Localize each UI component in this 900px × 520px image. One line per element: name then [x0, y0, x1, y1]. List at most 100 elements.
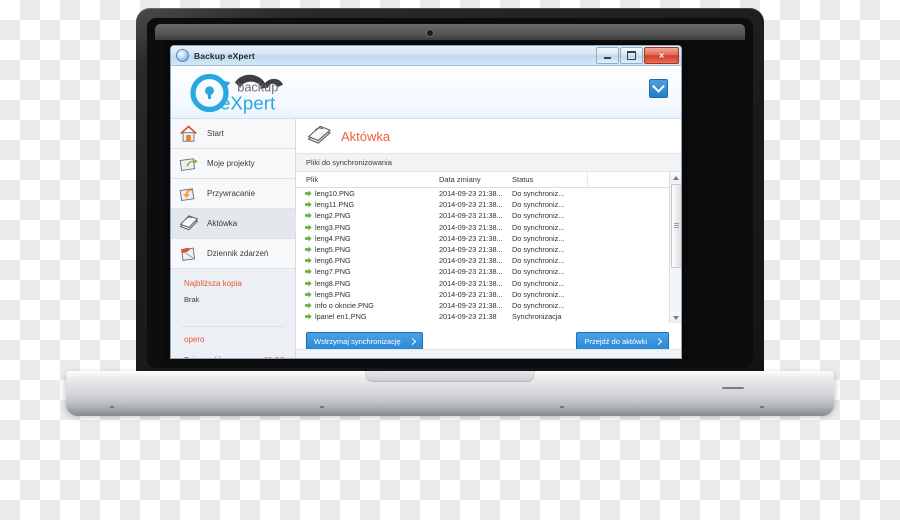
table-row[interactable]: leng10.PNG 2014-09-23 21:38... Do synchron… [296, 188, 681, 199]
maximize-icon [627, 51, 636, 60]
header-dropdown-button[interactable] [649, 79, 668, 98]
table-row[interactable]: info o okncie.PNG 2014-09-23 21:38... Do s… [296, 300, 681, 311]
scrollbar-grip-icon [674, 223, 679, 228]
table-row[interactable]: leng5.PNG 2014-09-23 21:38... Do synchroni… [296, 244, 681, 255]
table-header-row: Plik Data zmiany Status [296, 172, 681, 188]
close-button[interactable]: ✕ [644, 47, 679, 64]
file-name: leng5.PNG [315, 245, 351, 255]
sync-arrow-icon [305, 235, 312, 242]
base-foot [320, 406, 324, 408]
sidebar: Start Moje projekty Przywracanie Aktówka Dzi… [171, 119, 304, 358]
cell-status: Do synchroniz... [512, 200, 565, 210]
sync-arrow-icon [305, 268, 312, 276]
cell-status: Do synchroniz... [512, 278, 565, 288]
base-foot [760, 406, 764, 408]
cell-date: 2014-09-23 21:38... [439, 300, 503, 310]
column-header-date[interactable]: Data zmiany [439, 175, 512, 184]
table-row[interactable]: leng2.PNG 2014-09-23 21:38... Do synchroni… [296, 210, 681, 221]
cell-status: Do synchroniz... [512, 222, 565, 232]
sync-arrow-icon [305, 257, 312, 264]
table-row[interactable]: leng3.PNG 2014-09-23 21:38... Do synchroni… [296, 222, 681, 233]
cell-date: 2014-09-23 21:38... [439, 233, 503, 243]
column-header-extra[interactable] [587, 172, 681, 187]
cell-file: leng4.PNG [296, 234, 439, 243]
table-row[interactable]: leng8.PNG 2014-09-23 21:38... Do synchroni… [296, 278, 681, 289]
cell-file: info o okncie.PNG [296, 301, 439, 310]
sidebar-item-moje-projekty[interactable]: Moje projekty [171, 149, 295, 179]
cell-status: Do synchroniz... [512, 267, 565, 277]
app-circle-icon [176, 49, 189, 62]
file-name: leng8.PNG [315, 278, 351, 288]
next-backup-value: Brak [184, 295, 200, 304]
main-panel: Aktówka Pliki do synchronizowania Plik D… [296, 119, 681, 358]
file-table: Plik Data zmiany Status leng10.PNG 2014-0… [296, 172, 681, 323]
column-header-status[interactable]: Status [512, 175, 587, 184]
app-body: Start Moje projekty Przywracanie Aktówka Dzi… [171, 119, 681, 358]
projects-icon [179, 155, 198, 172]
cell-file: leng9.PNG [296, 290, 439, 299]
application-window: Backup eXpert ✕ backup eXpert Start Moje… [170, 45, 682, 359]
laptop-top-bezel [155, 24, 745, 40]
cell-status: Do synchroniz... [512, 300, 565, 310]
screenshot-canvas: Backup eXpert ✕ backup eXpert Start Moje… [0, 0, 900, 520]
page-header: Aktówka [296, 119, 681, 153]
table-row[interactable]: leng9.PNG 2014-09-23 21:38... Do synchroni… [296, 289, 681, 300]
file-name: leng4.PNG [315, 233, 351, 243]
cell-file: leng7.PNG [296, 267, 439, 276]
table-row[interactable]: lpanel en1.PNG 2014-09-23 21:38 Synchroniz… [296, 311, 681, 322]
sidebar-nav: Start Moje projekty Przywracanie Aktówka Dzi… [171, 119, 304, 269]
cell-status: Do synchroniz... [512, 289, 565, 299]
file-name: leng9.PNG [315, 289, 351, 299]
cell-file: leng2.PNG [296, 211, 439, 220]
file-name: lpanel en1.PNG [315, 312, 367, 322]
minimize-button[interactable] [596, 47, 619, 64]
cell-date: 2014-09-23 21:38... [439, 245, 503, 255]
trackpad-notch [365, 371, 535, 382]
file-name: leng7.PNG [315, 267, 351, 277]
sync-arrow-icon [305, 224, 312, 231]
maximize-button[interactable] [620, 47, 643, 64]
file-name: leng11.PNG [315, 200, 355, 210]
column-header-file[interactable]: Plik [296, 175, 439, 184]
next-backup-block: Najbliższa kopia Brak [171, 269, 295, 304]
account-name: opero [184, 335, 205, 344]
scroll-down-button[interactable] [670, 312, 681, 323]
table-row[interactable]: leng7.PNG 2014-09-23 21:38... Do synchroni… [296, 266, 681, 277]
window-title: Backup eXpert [194, 50, 255, 61]
scroll-up-button[interactable] [670, 172, 681, 183]
sidebar-item-start[interactable]: Start [171, 119, 295, 149]
sidebar-item-label: Przywracanie [207, 189, 256, 198]
cell-file: leng10.PNG [296, 189, 439, 198]
table-row[interactable]: leng11.PNG 2014-09-23 21:38... Do synchron… [296, 199, 681, 210]
laptop-mockup: Backup eXpert ✕ backup eXpert Start Moje… [0, 0, 900, 520]
base-foot [560, 406, 564, 408]
go-to-briefcase-label: Przejdź do aktówki [584, 337, 647, 346]
chevron-right-icon [408, 337, 416, 346]
file-name: info o okncie.PNG [315, 300, 374, 310]
cell-status: Do synchroniz... [512, 245, 565, 255]
capacity-value: 20 GB [264, 355, 285, 358]
scroll-up-icon [672, 175, 679, 180]
table-row[interactable]: leng6.PNG 2014-09-23 21:38... Do synchroni… [296, 255, 681, 266]
sidebar-item-dziennik-zdarze-[interactable]: Dziennik zdarzeń [171, 239, 295, 269]
backup-expert-logo: backup eXpert [187, 70, 322, 116]
sidebar-item-przywracanie[interactable]: Przywracanie [171, 179, 295, 209]
cell-date: 2014-09-23 21:38... [439, 256, 503, 266]
laptop-base-front [66, 404, 834, 416]
window-titlebar[interactable]: Backup eXpert ✕ [171, 46, 681, 66]
bottom-strip [296, 349, 681, 358]
cell-date: 2014-09-23 21:38... [439, 211, 503, 221]
table-scrollbar[interactable] [669, 172, 681, 323]
cell-date: 2014-09-23 21:38 [439, 312, 497, 322]
sync-arrow-icon [305, 302, 312, 309]
table-row[interactable]: leng4.PNG 2014-09-23 21:38... Do synchroni… [296, 233, 681, 244]
cell-status: Do synchroniz... [512, 211, 565, 221]
section-label: Pliki do synchronizowania [296, 153, 681, 172]
pause-sync-label: Wstrzymaj synchronizację [314, 337, 401, 346]
minimize-icon [604, 57, 611, 59]
cell-status: Synchronizacja [512, 312, 562, 322]
scrollbar-thumb[interactable] [671, 184, 681, 268]
cell-date: 2014-09-23 21:38... [439, 267, 503, 277]
sidebar-item-akt-wka[interactable]: Aktówka [171, 209, 304, 239]
file-name: leng3.PNG [315, 222, 351, 232]
